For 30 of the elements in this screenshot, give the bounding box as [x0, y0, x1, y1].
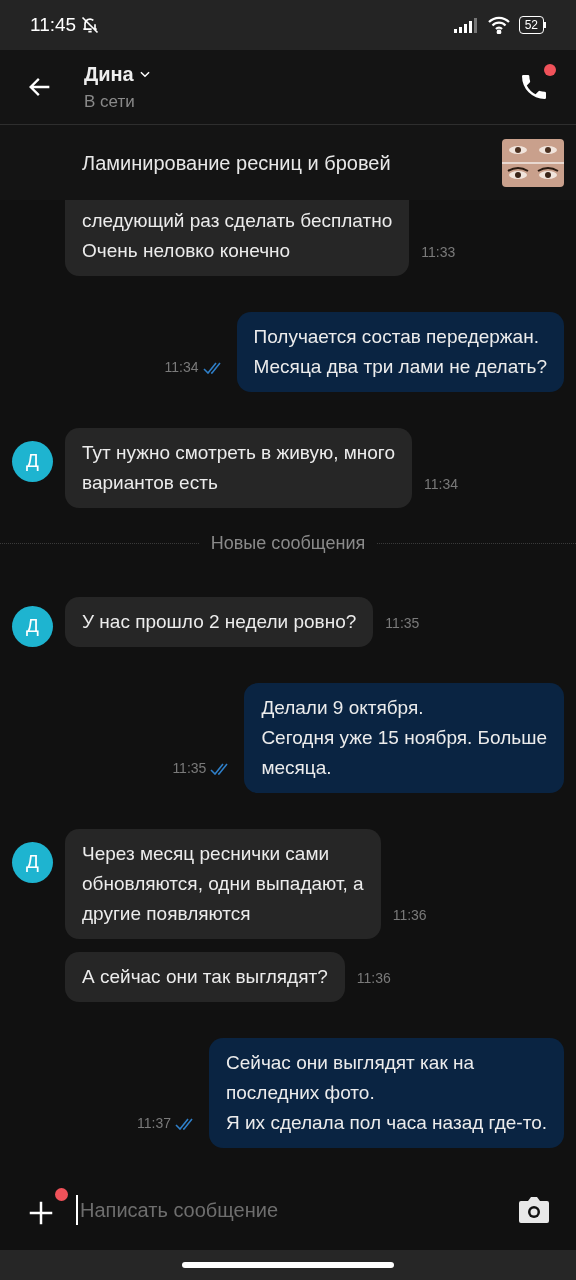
avatar[interactable]: Д [12, 441, 53, 482]
message-text: следующий раз сделать бесплатно Очень неловко конечно [82, 209, 393, 263]
avatar[interactable]: Д [12, 606, 53, 647]
message-time: 11:35 [172, 759, 207, 778]
message-text: Тут нужно смотреть в живую, много вариантов есть [82, 441, 395, 495]
message-text: Делали 9 октября. Сегодня уже 15 ноября. Больше месяца. [261, 696, 547, 780]
bell-off-icon [80, 15, 101, 35]
message-time: 11:36 [392, 907, 427, 923]
message-time: 11:34 [164, 358, 199, 377]
message-input[interactable]: Написать сообщение [76, 1195, 518, 1225]
message-time: 11:33 [421, 244, 456, 260]
message-text: У нас прошло 2 недели ровно? [82, 610, 357, 634]
contact-status: В сети [84, 91, 136, 114]
new-messages-divider: Новые сообщения [210, 532, 366, 555]
status-time: 11:45 [30, 12, 77, 37]
message-time: 11:34 [423, 476, 458, 492]
message-text: А сейчас они так выглядят? [82, 965, 328, 989]
signal-icon [452, 16, 479, 34]
message-text: Сейчас они выглядят как на последних фото. Я их сделала пол часа назад где-то. [226, 1051, 547, 1135]
contact-name[interactable]: Дина [84, 59, 134, 90]
message-text: Через месяц реснички сами обновляются, одни выпадают, а другие появляются [82, 842, 364, 926]
message-time: 11:35 [385, 615, 420, 631]
message-time: 11:37 [137, 1114, 171, 1133]
camera-button[interactable] [518, 1195, 550, 1225]
ad-title[interactable]: Ламинирование ресниц и бровей [82, 147, 391, 178]
message-text: Получается состав передержан. Месяца два три лами не делать? [253, 325, 547, 379]
message-time: 11:36 [356, 970, 391, 986]
wifi-icon [486, 16, 511, 34]
battery-level: 52 [518, 16, 544, 34]
avatar[interactable]: Д [12, 842, 53, 883]
